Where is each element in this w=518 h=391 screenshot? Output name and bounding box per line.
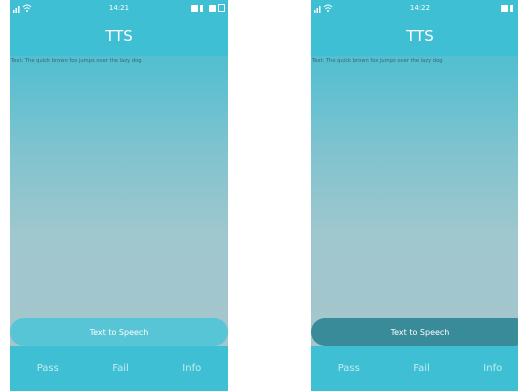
tts-text-line: Text: The quick brown fox jumps over the… <box>11 58 142 64</box>
battery-icon <box>209 4 216 12</box>
info-button[interactable]: Info <box>182 363 201 374</box>
phone-screen-right: 14:22 TTS Text: The quick brown fox jump… <box>311 0 518 391</box>
mute-icon <box>200 4 207 12</box>
pass-button[interactable]: Pass <box>37 363 59 374</box>
sim-icon <box>501 4 508 12</box>
status-icons <box>501 3 518 13</box>
info-button[interactable]: Info <box>483 363 502 374</box>
page-title: TTS <box>10 16 228 56</box>
sim-icon <box>191 4 198 12</box>
status-time: 14:22 <box>409 4 431 12</box>
phone-screen-left: 14:21 TTS Text: The quick brown fox jump… <box>10 0 228 391</box>
text-to-speech-button[interactable]: Text to Speech <box>10 318 228 346</box>
pass-button[interactable]: Pass <box>338 363 360 374</box>
fail-button[interactable]: Fail <box>112 363 129 374</box>
status-bar: 14:21 <box>10 0 228 16</box>
tts-text-line: Text: The quick brown fox jumps over the… <box>312 58 443 64</box>
mute-icon <box>510 4 517 12</box>
text-to-speech-button[interactable]: Text to Speech <box>311 318 518 346</box>
bottom-bar: Pass Fail Info <box>311 346 518 391</box>
page-title: TTS <box>311 16 518 56</box>
charging-icon <box>218 4 225 12</box>
status-icons <box>191 3 225 13</box>
status-bar: 14:22 <box>311 0 518 16</box>
bottom-bar: Pass Fail Info <box>10 346 228 391</box>
fail-button[interactable]: Fail <box>413 363 430 374</box>
